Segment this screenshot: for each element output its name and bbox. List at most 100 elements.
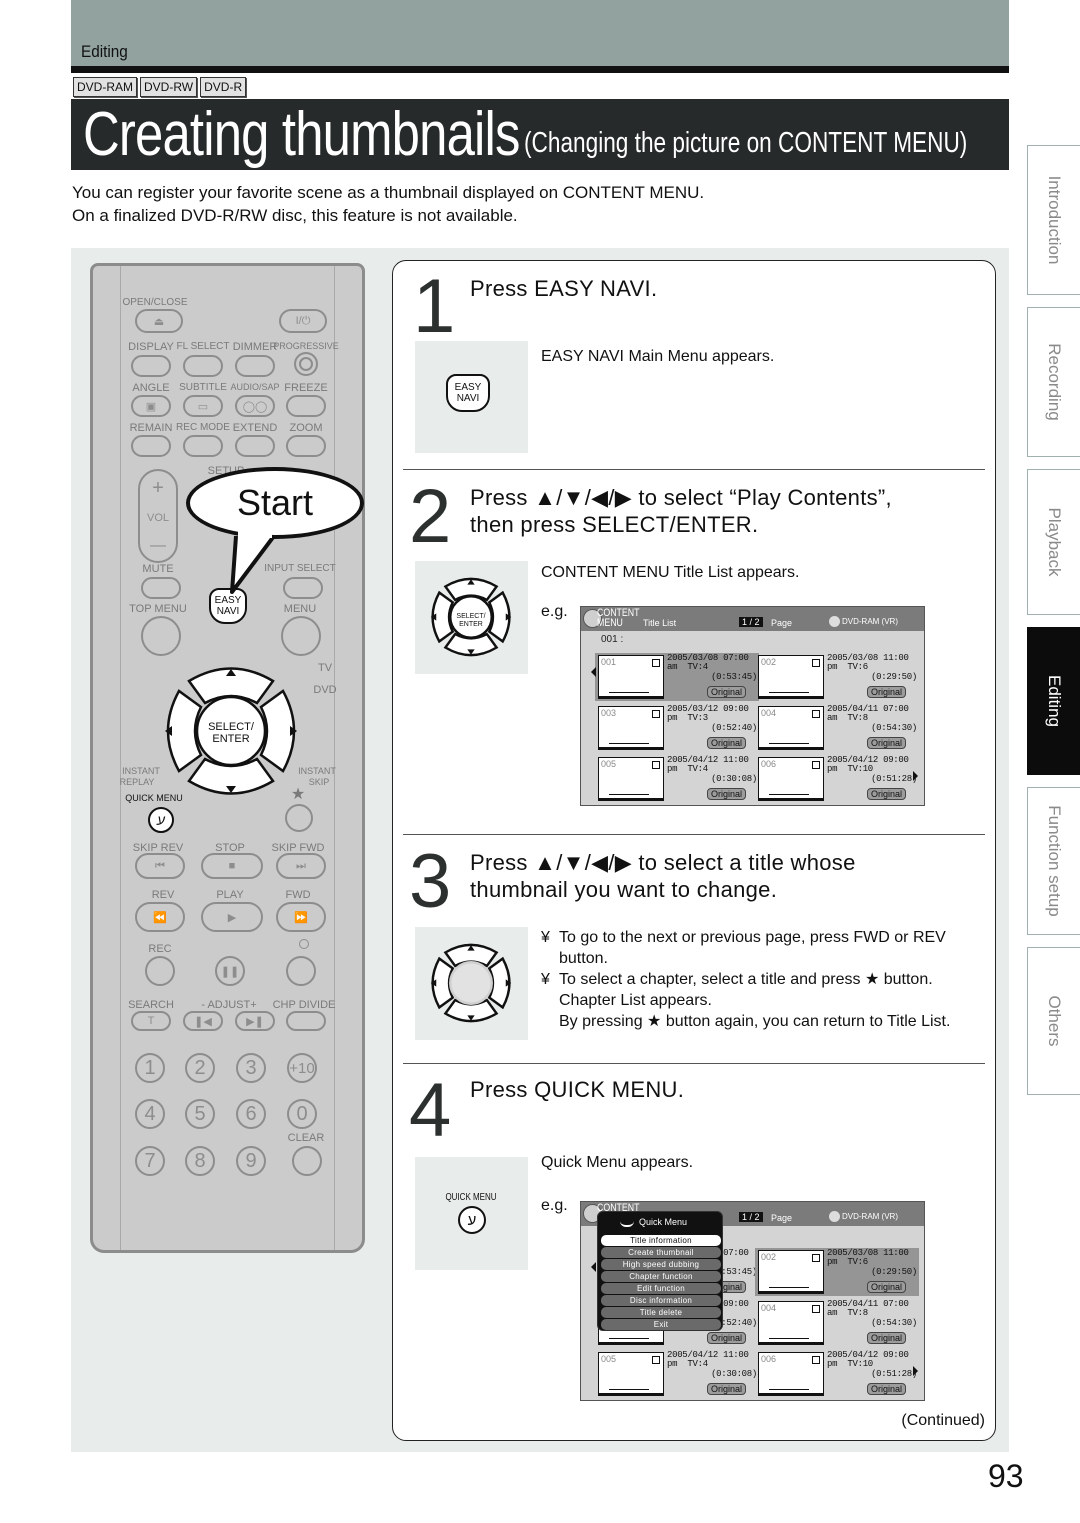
quick-menu-item[interactable]: High speed dubbing: [601, 1259, 721, 1270]
subtitle-button[interactable]: ▭: [183, 395, 223, 417]
screen-topbar: CONTENT MENU Title List 1 / 2 Page DVD-RAM (V…: [581, 607, 924, 631]
tab-playback[interactable]: Playback: [1027, 469, 1080, 615]
stop-button[interactable]: ■: [201, 853, 263, 879]
thumbnail: 006: [758, 757, 824, 801]
number-key-1[interactable]: 1: [135, 1053, 165, 1083]
original-badge: Original: [707, 686, 747, 698]
open-close-button[interactable]: ⏏: [135, 309, 183, 333]
title-duration: (0:53:45): [711, 672, 757, 682]
quick-menu-item[interactable]: Create thumbnail: [601, 1247, 721, 1258]
chapter-icon: [812, 659, 820, 667]
number-key-9[interactable]: 9: [236, 1146, 266, 1176]
title-duration: (0:51:28): [871, 1369, 917, 1379]
number-key-0[interactable]: 0: [287, 1099, 317, 1129]
play-button[interactable]: ▶: [201, 902, 263, 932]
original-badge: Original: [707, 788, 747, 800]
title-tile[interactable]: 002 2005/03/08 11:00 pm TV:6 (0:29:50) Origi…: [755, 1248, 919, 1296]
clear-button[interactable]: [292, 1146, 322, 1176]
tab-introduction[interactable]: Introduction: [1027, 145, 1080, 295]
power-button[interactable]: I/⏻: [279, 309, 327, 333]
step-icon-box: SELECT/ENTER: [415, 561, 528, 674]
title-tile[interactable]: 006 2005/04/12 09:00 pm TV:10 (0:51:28) Orig…: [755, 755, 919, 803]
label-subtitle: SUBTITLE: [179, 382, 227, 393]
angle-button[interactable]: ▣: [131, 395, 171, 417]
menu-button[interactable]: [281, 616, 321, 656]
remain-button[interactable]: [131, 435, 171, 457]
stop-icon: ■: [228, 860, 236, 872]
title-tile[interactable]: 005 2005/04/12 11:00 pm TV:4 (0:30:08) Origi…: [595, 1350, 759, 1398]
next-page-arrow-icon[interactable]: [913, 771, 918, 781]
disc-icon: [829, 616, 840, 627]
tab-editing[interactable]: Editing: [1027, 627, 1080, 775]
pause-button[interactable]: ❚❚: [215, 956, 245, 986]
skip-fwd-button[interactable]: ⏭: [276, 853, 326, 879]
number-key-3[interactable]: 3: [236, 1053, 266, 1083]
chapter-icon: [812, 1356, 820, 1364]
step-title: Press EASY NAVI.: [470, 276, 658, 301]
rev-button[interactable]: ⏪: [135, 902, 185, 932]
number-key-4[interactable]: 4: [135, 1099, 165, 1129]
intro-text: You can register your favorite scene as …: [72, 181, 704, 227]
thumbnail: 006: [758, 1352, 824, 1396]
quick-menu-item[interactable]: Title delete: [601, 1307, 721, 1318]
title-tile[interactable]: 0032005/03/12 09:00pm TV:3(0:52:40) Origi…: [595, 704, 759, 752]
quick-menu-item[interactable]: Exit: [601, 1319, 721, 1330]
fwd-button[interactable]: ⏩: [276, 902, 326, 932]
tab-others[interactable]: Others: [1027, 947, 1080, 1095]
search-button[interactable]: T: [131, 1011, 171, 1031]
quick-menu-item[interactable]: Title information: [601, 1235, 721, 1246]
prev-page-arrow-icon[interactable]: [591, 667, 596, 677]
title-meta: 2005/04/12 11:00 pm TV:4: [667, 755, 749, 774]
bullet-extra: By pressing ★ button again, you can retu…: [559, 1013, 951, 1030]
rec-mode-button[interactable]: [183, 435, 223, 457]
zoom-button[interactable]: [286, 435, 326, 457]
progressive-button[interactable]: [294, 352, 318, 376]
quick-menu-label: QUICK MENU: [445, 1192, 497, 1203]
number-key-6[interactable]: 6: [236, 1099, 266, 1129]
top-menu-button[interactable]: [141, 616, 181, 656]
label-remain: REMAIN: [129, 422, 173, 434]
quick-menu-item[interactable]: Chapter function: [601, 1271, 721, 1282]
extend-button[interactable]: [235, 435, 275, 457]
title-tile[interactable]: 006 2005/04/12 09:00 pm TV:10 (0:51:28) Orig…: [755, 1350, 919, 1398]
quick-menu-item[interactable]: Edit function: [601, 1283, 721, 1294]
tab-function-setup[interactable]: Function setup: [1027, 787, 1080, 935]
number-key-2[interactable]: 2: [185, 1053, 215, 1083]
title-tile[interactable]: 005 2005/04/12 11:00 pm TV:4 (0:30:08) Origi…: [595, 755, 759, 803]
thumbnail: 003: [598, 706, 664, 750]
title-tile[interactable]: 004 2005/04/11 07:00 am TV:8 (0:54:30) Origi…: [755, 704, 919, 752]
number-key-plus10[interactable]: +10: [287, 1053, 317, 1083]
timer-rec-button[interactable]: [286, 956, 316, 986]
quick-menu-button[interactable]: ע: [148, 807, 174, 833]
star-button[interactable]: [285, 804, 313, 832]
adjust-minus-button[interactable]: ❚◀: [183, 1011, 223, 1031]
title-tile[interactable]: 004 2005/04/11 07:00 am TV:8 (0:54:30) Origi…: [755, 1299, 919, 1347]
number-key-7[interactable]: 7: [135, 1146, 165, 1176]
quick-menu-icon: ע: [156, 812, 166, 828]
number-key-5[interactable]: 5: [185, 1099, 215, 1129]
next-page-arrow-icon[interactable]: [913, 1366, 918, 1376]
play-icon: ▶: [227, 911, 237, 924]
step-icon-box: [415, 927, 528, 1040]
chp-divide-button[interactable]: [286, 1011, 326, 1031]
dimmer-button[interactable]: [235, 355, 275, 377]
mute-button[interactable]: [141, 577, 181, 599]
fl-select-button[interactable]: [183, 355, 223, 377]
tab-recording[interactable]: Recording: [1027, 307, 1080, 457]
rec-button[interactable]: [145, 956, 175, 986]
step-notes: ¥ To go to the next or previous page, pre…: [541, 927, 981, 1032]
number-key-8[interactable]: 8: [185, 1146, 215, 1176]
title-tile[interactable]: 002 2005/03/08 11:00 pm TV:6 (0:29:50) Origi…: [755, 653, 919, 701]
audio-sap-button[interactable]: ◯◯: [235, 395, 275, 417]
selected-title: 001 :: [601, 634, 624, 645]
volume-rocker[interactable]: + VOL —: [138, 469, 178, 563]
freeze-button[interactable]: [286, 395, 326, 417]
step-text: CONTENT MENU Title List appears.: [541, 564, 800, 581]
skip-rev-button[interactable]: ⏮: [135, 853, 185, 879]
quick-menu-item[interactable]: Disc information: [601, 1295, 721, 1306]
prev-page-arrow-icon[interactable]: [591, 1262, 596, 1272]
adjust-plus-button[interactable]: ▶❚: [235, 1011, 275, 1031]
title-tile[interactable]: 0012005/03/08 07:00am TV:4(0:53:45) Origi…: [595, 653, 759, 701]
step-title: Press ▲/▼/◀/▶ to select “Play Contents”,…: [470, 484, 892, 538]
display-button[interactable]: [131, 355, 171, 377]
